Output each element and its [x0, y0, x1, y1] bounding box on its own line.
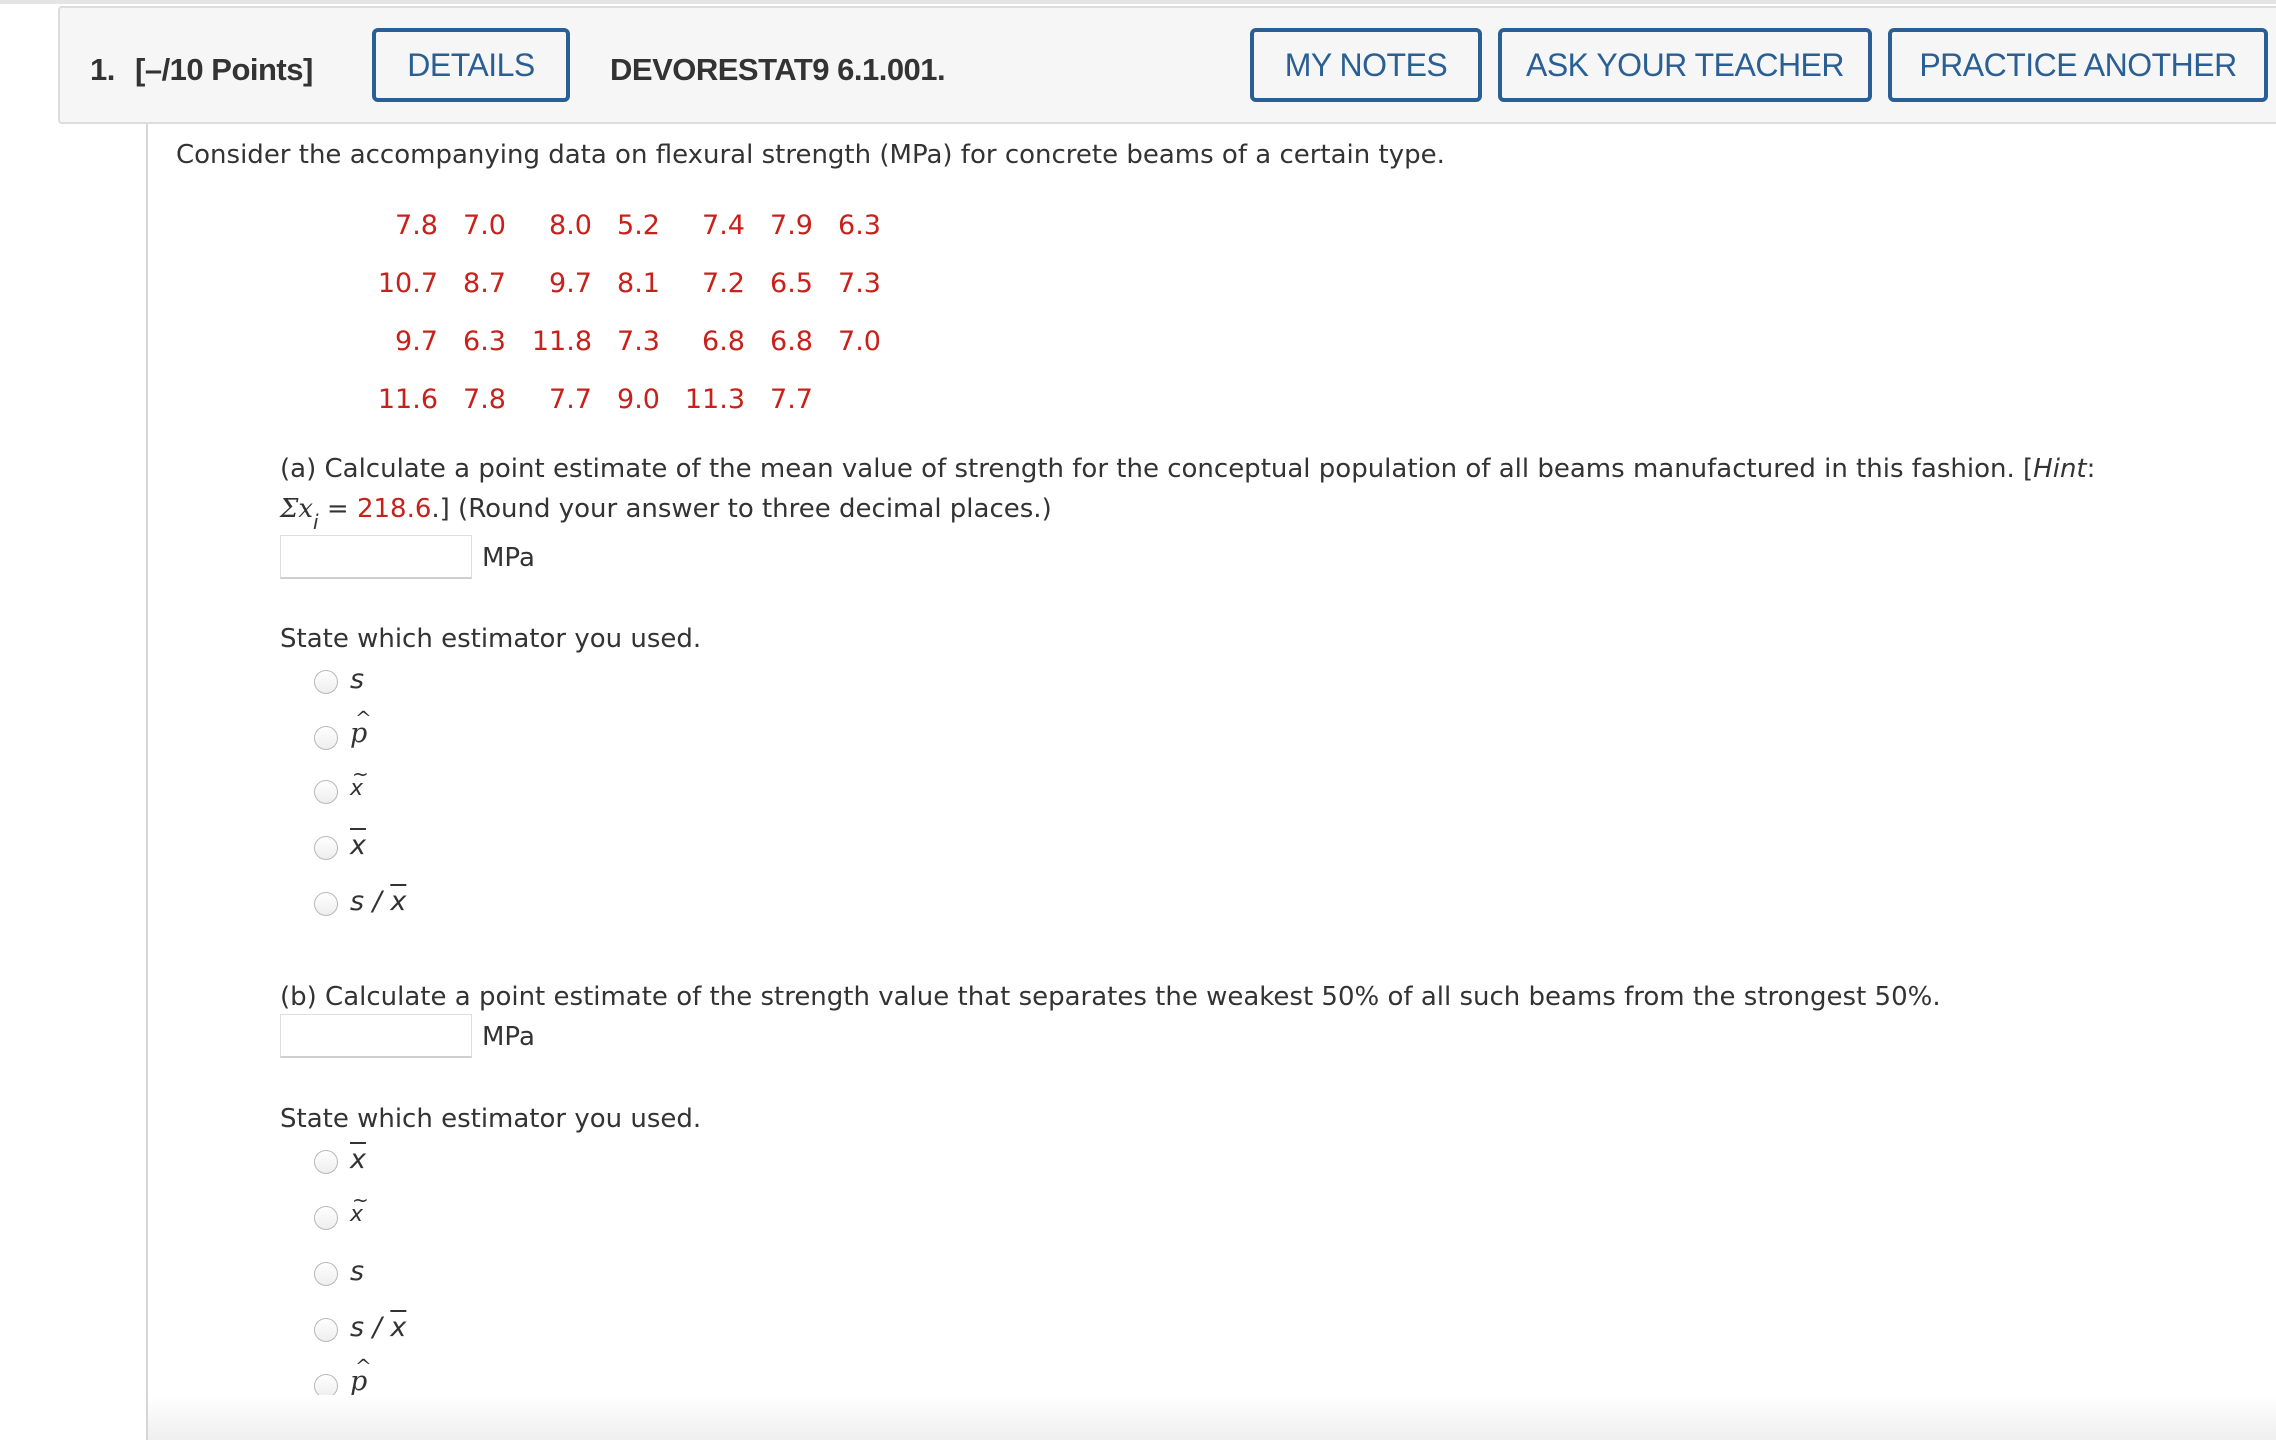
part-a-option-s-over-x-bar: s / x — [350, 886, 407, 917]
rounding-instruction: .] (Round your answer to three decimal p… — [431, 494, 1052, 524]
points-label: [–/10 Points] — [135, 52, 313, 87]
data-cell: 6.3 — [838, 210, 881, 241]
hint-label: Hint — [2033, 454, 2087, 484]
part-a-estimator-prompt: State which estimator you used. — [280, 624, 702, 654]
sigma-symbol: Σx — [280, 494, 314, 524]
part-b-option-s: s — [350, 1256, 365, 1287]
part-b-prompt: (b) Calculate a point estimate of the st… — [280, 982, 1941, 1012]
part-a-option-x-bar: x — [350, 830, 366, 861]
data-cell: 7.7 — [770, 384, 813, 415]
part-a-option-p-hat: p — [350, 706, 372, 749]
part-b-option-s-over-x-bar: s / x — [350, 1312, 407, 1343]
equals-sign: = — [318, 494, 357, 524]
data-cell: 7.3 — [838, 268, 881, 299]
ask-your-teacher-button[interactable]: ASK YOUR TEACHER — [1498, 28, 1872, 102]
content-left-rule — [146, 124, 148, 1440]
details-button[interactable]: DETAILS — [372, 28, 570, 102]
part-a-radio-p-hat[interactable] — [314, 726, 338, 750]
page-bottom-fade — [148, 1395, 2276, 1440]
part-a-radio-s-over-x-bar[interactable] — [314, 892, 338, 916]
part-b-option-x-bar: x — [350, 1144, 366, 1175]
part-b-estimator-prompt: State which estimator you used. — [280, 1104, 702, 1134]
part-b-answer-input[interactable] — [280, 1014, 472, 1058]
question-header: 1. [–/10 Points] DETAILS DEVORESTAT9 6.1… — [58, 6, 2276, 124]
part-a-prompt-colon: : — [2086, 454, 2096, 484]
part-a-option-s: s — [350, 664, 365, 695]
question-id: DEVORESTAT9 6.1.001. — [610, 52, 946, 87]
part-a-radio-s[interactable] — [314, 670, 338, 694]
part-a-radio-x-tilde[interactable] — [314, 780, 338, 804]
part-b-option-x-tilde: x — [350, 1188, 369, 1227]
part-a-option-x-tilde: x — [350, 762, 369, 801]
question-intro: Consider the accompanying data on flexur… — [176, 140, 1445, 170]
hint-sum-value: 218.6 — [356, 494, 432, 524]
part-b-radio-s[interactable] — [314, 1262, 338, 1286]
part-a-prompt-line1: (a) Calculate a point estimate of the me… — [280, 454, 2095, 484]
part-a-prompt-line2: Σxi = 218.6.] (Round your answer to thre… — [280, 494, 1052, 534]
top-border — [0, 0, 2276, 4]
part-a-answer-input[interactable] — [280, 535, 472, 579]
part-b-radio-s-over-x-bar[interactable] — [314, 1318, 338, 1342]
part-a-prompt-text: (a) Calculate a point estimate of the me… — [280, 454, 2034, 484]
my-notes-button[interactable]: MY NOTES — [1250, 28, 1482, 102]
question-number: 1. — [90, 52, 115, 87]
data-cell: 7.0 — [838, 326, 881, 357]
part-b-unit: MPa — [482, 1022, 535, 1052]
part-a-unit: MPa — [482, 543, 535, 573]
subscript-i: i — [313, 510, 319, 535]
part-a-radio-x-bar[interactable] — [314, 836, 338, 860]
part-b-radio-x-tilde[interactable] — [314, 1206, 338, 1230]
part-b-option-p-hat: p — [350, 1354, 372, 1397]
practice-another-button[interactable]: PRACTICE ANOTHER — [1888, 28, 2268, 102]
part-b-radio-x-bar[interactable] — [314, 1150, 338, 1174]
